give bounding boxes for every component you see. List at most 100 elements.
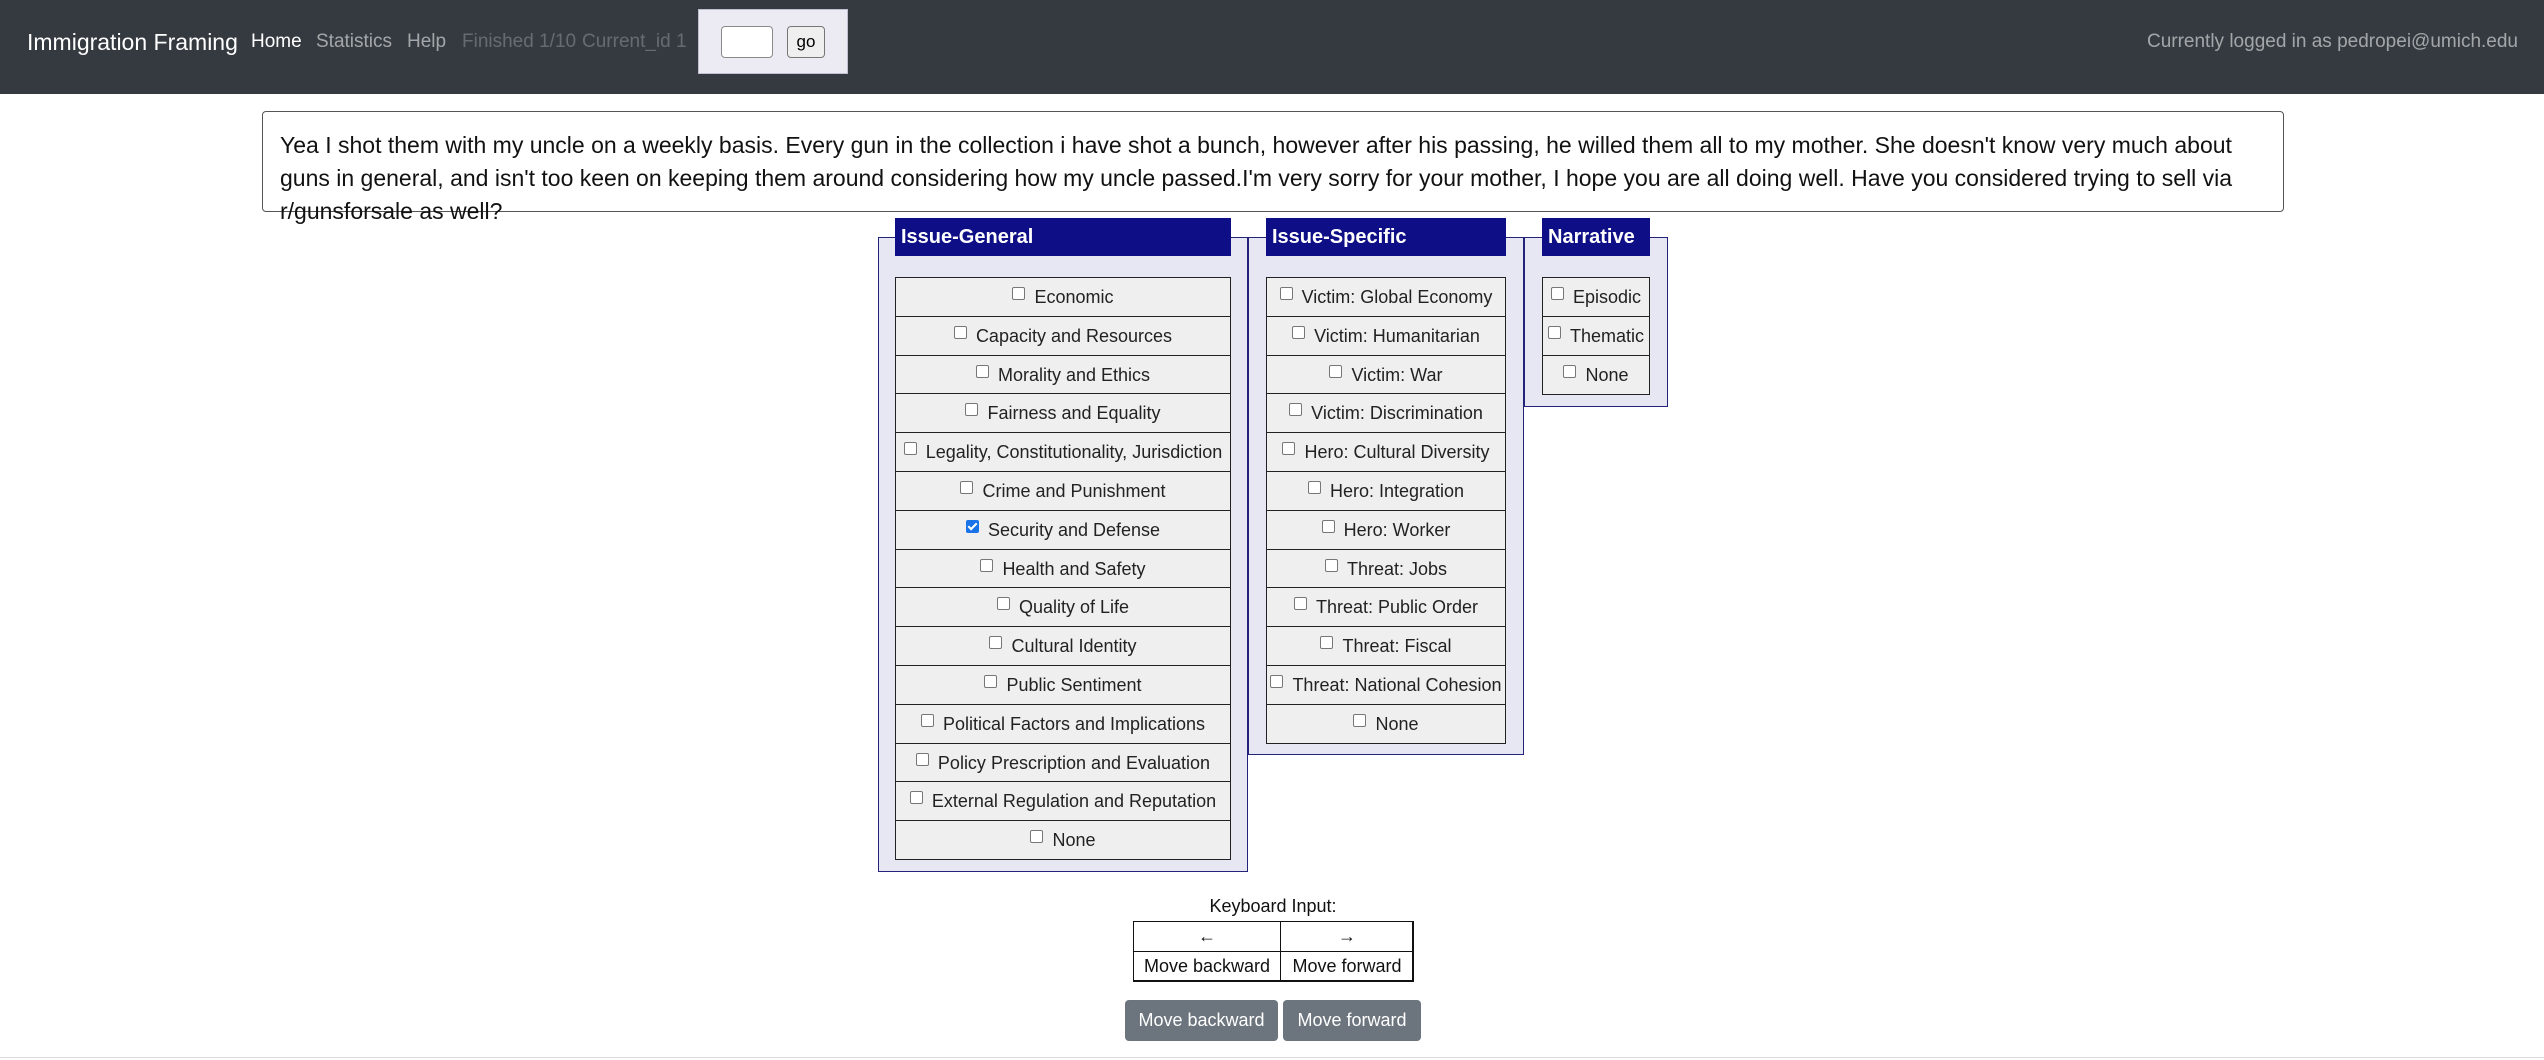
issue-specific-option-label: Victim: Humanitarian [1314,325,1480,346]
key-right-action: Move forward [1280,951,1414,982]
issue-specific-option-row[interactable]: Threat: Jobs [1266,549,1506,589]
issue-general-option-label: Policy Prescription and Evaluation [937,752,1211,773]
issue-general-option-label: Political Factors and Implications [942,713,1206,734]
issue-general-checkbox[interactable] [1030,829,1044,843]
issue-general-header: Issue-General [895,218,1231,256]
issue-specific-option-row[interactable]: Threat: National Cohesion [1266,665,1506,705]
narrative-option-row[interactable]: None [1542,355,1650,395]
keyboard-legend-table: ← → Move backward Move forward [1133,921,1414,982]
narrative-option-label: Episodic [1572,286,1642,307]
issue-specific-option-label: Threat: Jobs [1346,558,1448,579]
issue-specific-option-label: Hero: Integration [1329,480,1465,501]
issue-general-option-row[interactable]: Public Sentiment [895,665,1231,705]
go-button[interactable]: go [787,26,825,58]
narrative-option-label: Thematic [1569,325,1645,346]
issue-general-checkbox[interactable] [915,752,929,766]
issue-general-option-row[interactable]: Quality of Life [895,587,1231,627]
issue-specific-option-row[interactable]: Hero: Cultural Diversity [1266,432,1506,472]
issue-specific-checkbox[interactable] [1293,596,1307,610]
key-left-arrow: ← [1133,921,1281,952]
issue-specific-option-row[interactable]: Hero: Worker [1266,510,1506,550]
annotation-text: Yea I shot them with my uncle on a weekl… [262,111,2284,224]
issue-general-option-row[interactable]: Health and Safety [895,549,1231,589]
issue-specific-option-label: Threat: National Cohesion [1292,674,1502,695]
issue-general-checkbox[interactable] [960,480,974,494]
issue-general-option-row[interactable]: Cultural Identity [895,626,1231,666]
issue-general-option-row[interactable]: External Regulation and Reputation [895,781,1231,821]
issue-specific-checkbox[interactable] [1270,674,1284,688]
narrative-option-label: None [1585,364,1629,385]
top-navbar: Immigration Framing Home Statistics Help… [0,0,2544,94]
issue-general-checkbox[interactable] [980,558,994,572]
issue-specific-option-row[interactable]: Threat: Fiscal [1266,626,1506,666]
issue-specific-option-row[interactable]: Victim: Global Economy [1266,277,1506,317]
narrative-option-row[interactable]: Thematic [1542,316,1650,356]
issue-specific-checkbox[interactable] [1279,286,1293,300]
move-backward-button[interactable]: Move backward [1125,1000,1278,1041]
issue-specific-option-label: Victim: War [1351,364,1443,385]
issue-general-checkbox[interactable] [965,402,979,416]
issue-general-option-label: Capacity and Resources [975,325,1173,346]
issue-general-option-row[interactable]: Legality, Constitutionality, Jurisdictio… [895,432,1231,472]
issue-specific-option-label: None [1375,713,1419,734]
issue-specific-checkbox[interactable] [1282,441,1296,455]
issue-specific-option-row[interactable]: Victim: Humanitarian [1266,316,1506,356]
issue-specific-checkbox[interactable] [1292,325,1306,339]
issue-general-checkbox[interactable] [920,713,934,727]
issue-specific-option-label: Victim: Global Economy [1301,286,1493,307]
issue-general-checkbox[interactable] [996,596,1010,610]
issue-specific-checkbox[interactable] [1307,480,1321,494]
narrative-checkbox[interactable] [1550,286,1564,300]
issue-general-option-row[interactable]: Political Factors and Implications [895,704,1231,744]
issue-general-option-row[interactable]: None [895,820,1231,860]
issue-general-option-row[interactable]: Crime and Punishment [895,471,1231,511]
jump-to-form: go [698,9,848,74]
issue-general-option-label: Security and Defense [987,519,1161,540]
issue-general-option-row[interactable]: Fairness and Equality [895,393,1231,433]
issue-specific-option-row[interactable]: Hero: Integration [1266,471,1506,511]
issue-specific-option-row[interactable]: Threat: Public Order [1266,587,1506,627]
issue-specific-checkbox[interactable] [1289,402,1303,416]
issue-general-option-label: Morality and Ethics [997,364,1151,385]
narrative-option-row[interactable]: Episodic [1542,277,1650,317]
issue-general-checkbox[interactable] [975,364,989,378]
issue-general-option-label: Fairness and Equality [987,402,1161,423]
issue-specific-checkbox[interactable] [1321,519,1335,533]
issue-specific-option-row[interactable]: Victim: War [1266,355,1506,395]
issue-general-option-row[interactable]: Economic [895,277,1231,317]
issue-specific-checkbox[interactable] [1353,713,1367,727]
nav-help[interactable]: Help [407,0,446,84]
issue-general-option-label: None [1052,829,1096,850]
issue-specific-option-label: Hero: Worker [1343,519,1451,540]
issue-general-option-label: External Regulation and Reputation [931,790,1217,811]
bottom-divider [0,1057,2544,1058]
issue-specific-option-row[interactable]: None [1266,704,1506,744]
key-right-arrow: → [1280,921,1414,952]
jump-id-input[interactable] [721,26,773,58]
issue-general-checkbox[interactable] [984,674,998,688]
issue-general-checkbox[interactable] [1012,286,1026,300]
issue-specific-checkbox[interactable] [1320,635,1334,649]
issue-general-option-row[interactable]: Security and Defense [895,510,1231,550]
move-forward-button[interactable]: Move forward [1283,1000,1421,1041]
issue-general-option-row[interactable]: Capacity and Resources [895,316,1231,356]
issue-specific-option-label: Hero: Cultural Diversity [1304,441,1490,462]
issue-general-checkbox[interactable] [953,325,967,339]
issue-specific-checkbox[interactable] [1324,558,1338,572]
issue-specific-option-label: Threat: Fiscal [1342,635,1452,656]
narrative-checkbox[interactable] [1563,364,1577,378]
issue-general-checkbox[interactable] [909,790,923,804]
issue-specific-option-label: Threat: Public Order [1315,596,1479,617]
issue-specific-option-row[interactable]: Victim: Discrimination [1266,393,1506,433]
issue-general-option-row[interactable]: Policy Prescription and Evaluation [895,743,1231,783]
brand-title[interactable]: Immigration Framing [27,0,238,84]
issue-general-checkbox[interactable] [989,635,1003,649]
issue-general-checkbox[interactable] [903,441,917,455]
nav-home[interactable]: Home [251,0,302,84]
issue-specific-checkbox[interactable] [1329,364,1343,378]
narrative-checkbox[interactable] [1547,325,1561,339]
issue-general-checkbox[interactable] [965,519,979,533]
nav-statistics[interactable]: Statistics [316,0,392,84]
issue-general-option-row[interactable]: Morality and Ethics [895,355,1231,395]
issue-general-option-label: Economic [1034,286,1114,307]
